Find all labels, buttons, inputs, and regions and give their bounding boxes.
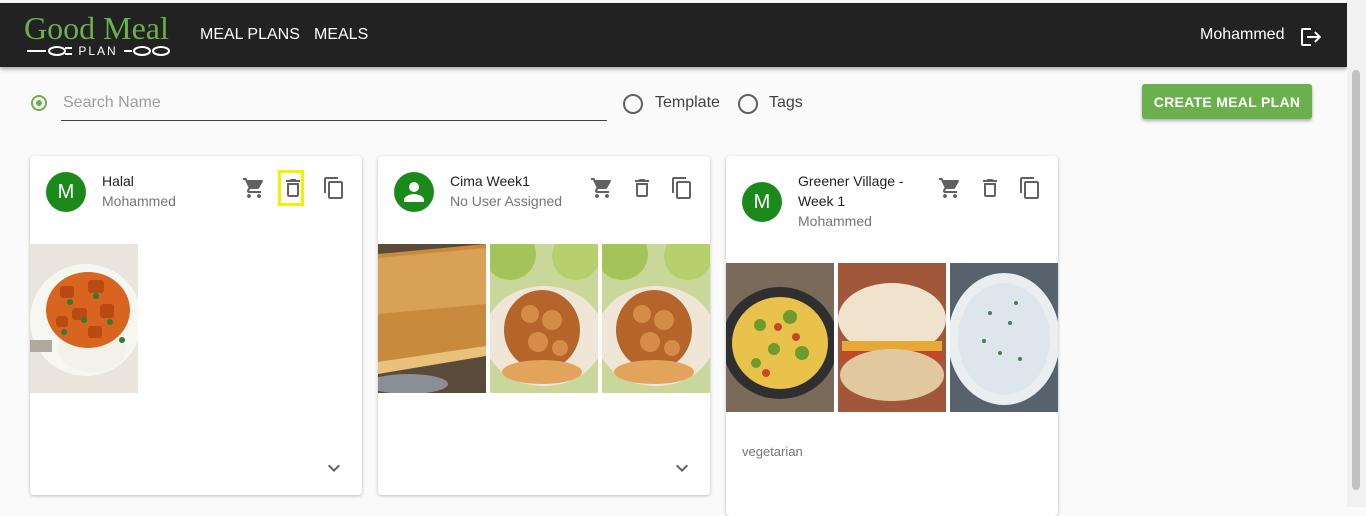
logo-text: Good Meal [24,10,169,46]
copy-icon[interactable] [322,176,346,200]
meal-image-curry[interactable] [30,244,138,393]
page-scrollbar[interactable] [1347,0,1366,507]
logo-sub-text: PLAN [78,44,118,58]
cart-icon[interactable] [938,176,962,200]
meal-plan-card-cima[interactable]: Cima Week1 No User Assigned [378,156,710,495]
meal-image-breakfast-muffin[interactable] [838,263,946,412]
card-title: Cima Week1 [450,173,530,189]
tag-label: vegetarian [742,444,803,459]
radio-search-name[interactable] [31,95,47,111]
card-subtitle: Mohammed [102,193,176,209]
meal-image-oat-bar[interactable] [378,244,486,393]
delete-icon[interactable] [978,176,1002,200]
meal-image-apple-crumble[interactable] [490,244,598,393]
person-icon [404,182,424,202]
create-meal-plan-button[interactable]: CREATE MEAL PLAN [1142,84,1312,119]
meal-plan-card-halal[interactable]: M Halal Mohammed [30,156,362,495]
meal-image-frittata[interactable] [726,263,834,412]
delete-icon[interactable] [281,176,305,200]
logo[interactable]: Good Meal PLAN [24,10,174,60]
logout-icon[interactable] [1298,25,1322,49]
search-input[interactable] [61,91,605,115]
cart-icon[interactable] [590,176,614,200]
radio-template-label[interactable]: Template [655,94,720,112]
radio-tags-label[interactable]: Tags [769,94,803,112]
expand-chevron-icon[interactable] [322,456,346,480]
expand-chevron-icon[interactable] [670,456,694,480]
search-field[interactable] [61,87,607,121]
copy-icon[interactable] [670,176,694,200]
radio-tags[interactable] [738,94,758,114]
user-name: Mohammed [1200,26,1285,43]
app-bar: Good Meal PLAN MEAL PLANS MEALS Mohammed [0,3,1347,67]
avatar: M [46,172,86,212]
card-title: Halal [102,173,134,189]
radio-template[interactable] [623,94,643,114]
card-subtitle: No User Assigned [450,193,563,209]
delete-icon[interactable] [630,176,654,200]
avatar: M [742,182,782,222]
card-title-line1: Greener Village - [798,173,904,189]
copy-icon[interactable] [1018,176,1042,200]
scrollbar-thumb[interactable] [1352,70,1360,490]
meal-plan-card-greener-village[interactable]: M Greener Village - Week 1 Mohammed vege… [726,156,1058,516]
meal-image-apple-crumble[interactable] [602,244,710,393]
card-title-line2: Week 1 [798,193,846,209]
nav-meals[interactable]: MEALS [314,25,368,45]
logo-cutlery: PLAN [24,44,174,58]
nav-meal-plans[interactable]: MEAL PLANS [200,25,300,45]
cart-icon[interactable] [242,176,266,200]
avatar [394,172,434,212]
card-subtitle: Mohammed [798,213,872,229]
meal-image-herb-dip[interactable] [950,263,1058,412]
